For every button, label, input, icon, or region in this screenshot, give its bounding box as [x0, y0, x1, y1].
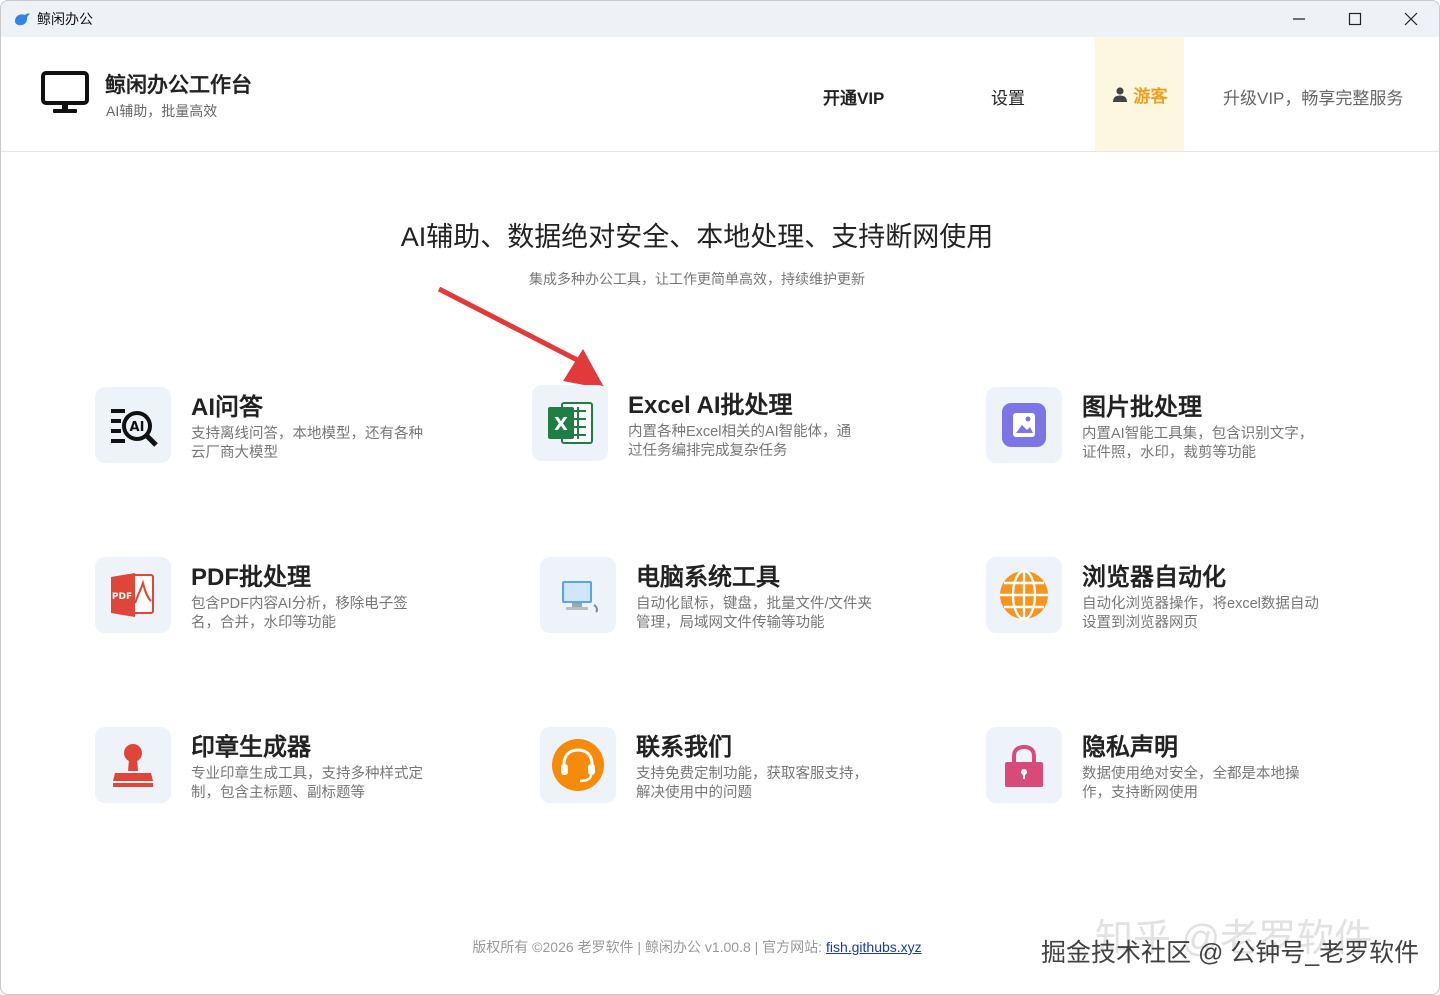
hero-title: AI辅助、数据绝对安全、本地处理、支持断网使用 — [400, 222, 994, 252]
card-title: 图片批处理 — [1082, 394, 1202, 421]
card-title: AI问答 — [191, 394, 263, 421]
card-icon-box — [95, 727, 171, 803]
hero-subtitle: 集成多种办公工具，让工作更简单高效，持续维护更新 — [529, 271, 865, 287]
close-button[interactable] — [1383, 1, 1439, 37]
card-title: Excel AI批处理 — [628, 392, 793, 419]
lock-icon — [1005, 744, 1043, 787]
card-icon-box: AI — [95, 387, 171, 463]
card-stamp-generator[interactable]: 印章生成器 专业印章生成工具，支持多种样式定制，包含主标题、副标题等 — [95, 727, 475, 817]
minimize-icon — [1293, 18, 1305, 20]
card-description: 自动化浏览器操作，将excel数据自动设置到浏览器网页 — [1082, 596, 1319, 631]
excel-icon: X — [548, 402, 593, 444]
ai-search-icon: AI — [111, 409, 158, 447]
svg-text:X: X — [554, 414, 568, 435]
card-description: 数据使用绝对安全，全都是本地操作，支持断网使用 — [1082, 766, 1300, 801]
maximize-button[interactable] — [1327, 1, 1383, 37]
card-description: 专业印章生成工具，支持多种样式定制，包含主标题、副标题等 — [191, 766, 423, 801]
minimize-button[interactable] — [1271, 1, 1327, 37]
card-system-tools[interactable]: 电脑系统工具 自动化鼠标，键盘，批量文件/文件夹管理，局域网文件传输等功能 — [540, 557, 920, 647]
app-window: 鲸闲办公 鲸闲办公工作台 AI辅助，批量高效 开通VIP 设置 游客 升级VIP… — [0, 0, 1440, 995]
brand-subtitle: AI辅助，批量高效 — [106, 103, 218, 119]
whale-logo-icon — [15, 13, 30, 26]
guest-user-button[interactable]: 游客 — [1095, 37, 1184, 151]
card-title: 隐私声明 — [1082, 734, 1178, 761]
card-title: 联系我们 — [636, 734, 732, 761]
maximize-icon — [1348, 12, 1362, 26]
computer-icon — [562, 581, 599, 613]
card-description: 支持免费定制功能，获取客服支持，解决使用中的问题 — [636, 766, 868, 801]
card-icon-box — [986, 727, 1062, 803]
card-browser-automation[interactable]: 浏览器自动化 自动化浏览器操作，将excel数据自动设置到浏览器网页 — [986, 557, 1366, 647]
official-site-link[interactable]: fish.githubs.xyz — [826, 939, 922, 955]
image-icon — [1002, 403, 1046, 447]
headset-icon — [552, 739, 604, 791]
close-icon — [1404, 12, 1418, 26]
window-title: 鲸闲办公 — [37, 11, 93, 27]
card-icon-box — [986, 387, 1062, 463]
card-ai-qa[interactable]: AI AI问答 支持离线问答，本地模型，还有各种云厂商大模型 — [95, 387, 475, 477]
card-icon-box: PDF — [95, 557, 171, 633]
monitor-icon — [41, 71, 89, 113]
card-icon-box — [540, 727, 616, 803]
card-icon-box — [540, 557, 616, 633]
card-title: 浏览器自动化 — [1082, 564, 1226, 591]
svg-text:PDF: PDF — [112, 592, 132, 602]
card-privacy[interactable]: 隐私声明 数据使用绝对安全，全都是本地操作，支持断网使用 — [986, 727, 1366, 817]
svg-text:AI: AI — [130, 420, 145, 435]
title-bar: 鲸闲办公 — [1, 1, 1439, 37]
card-description: 包含PDF内容AI分析，移除电子签名，合并，水印等功能 — [191, 596, 408, 631]
card-icon-box: X — [532, 385, 608, 461]
card-title: PDF批处理 — [191, 564, 311, 591]
footer-text: 版权所有 ©2026 老罗软件 | 鲸闲办公 v1.00.8 | 官方网站: — [472, 939, 826, 955]
stamp-icon — [113, 744, 153, 787]
card-description: 支持离线问答，本地模型，还有各种云厂商大模型 — [191, 426, 423, 461]
card-excel-ai[interactable]: X Excel AI批处理 内置各种Excel相关的AI智能体，通过任务编排完成… — [532, 385, 912, 475]
card-title: 电脑系统工具 — [636, 564, 780, 591]
user-icon — [1112, 87, 1127, 102]
card-pdf-batch[interactable]: PDF PDF批处理 包含PDF内容AI分析，移除电子签名，合并，水印等功能 — [95, 557, 475, 647]
app-header: 鲸闲办公工作台 AI辅助，批量高效 开通VIP 设置 游客 升级VIP，畅享完整… — [1, 37, 1439, 152]
guest-label: 游客 — [1133, 86, 1168, 106]
pdf-icon: PDF — [111, 573, 154, 617]
upgrade-vip-link[interactable]: 升级VIP，畅享完整服务 — [1223, 84, 1403, 109]
card-description: 自动化鼠标，键盘，批量文件/文件夹管理，局域网文件传输等功能 — [636, 596, 873, 631]
red-arrow-annotation — [437, 287, 605, 389]
card-image-batch[interactable]: 图片批处理 内置AI智能工具集，包含识别文字，证件照，水印，裁剪等功能 — [986, 387, 1366, 477]
nav-settings[interactable]: 设置 — [991, 84, 1025, 109]
card-icon-box — [986, 557, 1062, 633]
brand-title: 鲸闲办公工作台 — [105, 74, 252, 97]
card-description: 内置各种Excel相关的AI智能体，通过任务编排完成复杂任务 — [628, 424, 852, 459]
card-title: 印章生成器 — [191, 734, 311, 761]
watermark-juejin: 掘金技术社区 @ 公钟号_老罗软件 — [1041, 939, 1420, 967]
globe-icon — [1000, 569, 1048, 621]
card-description: 内置AI智能工具集，包含识别文字，证件照，水印，裁剪等功能 — [1082, 426, 1314, 461]
card-contact-us[interactable]: 联系我们 支持免费定制功能，获取客服支持，解决使用中的问题 — [540, 727, 920, 817]
nav-open-vip[interactable]: 开通VIP — [823, 84, 884, 109]
